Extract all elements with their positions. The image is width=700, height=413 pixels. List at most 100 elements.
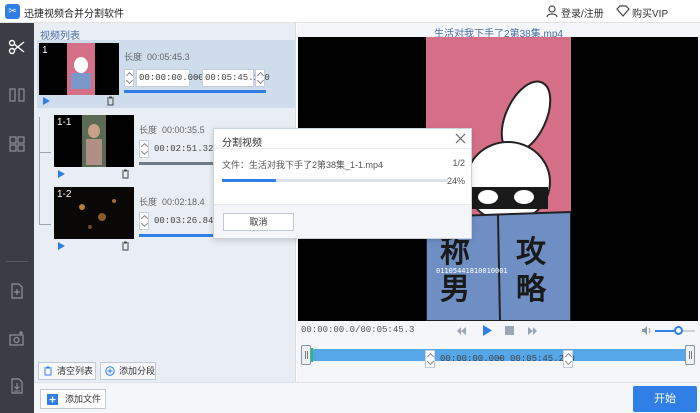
start-time-stepper[interactable] [425,350,435,368]
end-time-input[interactable]: 00:05:45.280 [507,350,575,368]
video-thumbnail[interactable]: 1-2 [54,187,134,239]
close-icon[interactable] [455,133,466,144]
list-actions: 清空列表 添加分段 [34,360,296,382]
frame-char: 攻 [516,235,547,270]
login-link[interactable]: 登录/注册 [561,5,604,20]
list-item[interactable]: 1 长度 00:05:45.3 00:00:00.000 ~ 00:05:45.… [37,40,295,108]
sidebar-item-add[interactable] [0,276,34,306]
grid-icon [9,136,25,152]
trash-icon[interactable] [121,241,130,251]
sidebar-item-split[interactable] [0,32,34,62]
item-number: 1 [42,45,48,56]
range-bar [124,90,266,93]
start-time-stepper[interactable] [139,212,149,230]
dialog-file-count: 1/2 [452,158,465,168]
scissors-icon [8,39,25,55]
length-label: 长度 [139,125,158,135]
progress-bar [222,179,448,182]
add-file-label: 添加文件 [65,394,102,404]
length-label: 长度 [139,197,158,207]
sidebar-item-settings[interactable] [0,324,34,354]
dialog-footer: 取消 [214,204,471,238]
sidebar [0,23,34,413]
duration-value: 00:05:45.3 [147,52,190,62]
end-time-stepper[interactable] [563,350,573,368]
video-thumbnail[interactable]: 1-1 [54,115,134,167]
volume-icon[interactable] [641,325,652,336]
add-segment-button[interactable]: 添加分段 [100,362,156,380]
end-time-input[interactable]: 00:05:45.280 [202,69,270,87]
timeline-range: 00:00:00.000 ~ 00:05:45.280 [425,350,575,368]
dialog-title: 分割视频 [222,138,262,149]
camera-gear-icon [9,331,24,346]
duration-value: 00:00:35.5 [162,125,205,135]
start-time-stepper[interactable] [139,140,149,158]
dialog-file-name: 文件：生活对我下手了2第38集_1-1.mp4 [222,160,384,170]
frame-code: 01105441810010001 [436,267,508,275]
file-add-icon [11,283,23,299]
start-button[interactable]: 开始 [633,386,697,412]
length-text: 长度 00:05:45.3 [124,50,190,63]
columns-icon [9,88,25,102]
thumbnail-image [39,43,119,95]
play-icon[interactable] [43,97,50,105]
timeline-start-handle[interactable] [301,345,311,365]
add-segment-label: 添加分段 [119,366,156,376]
window-title: 迅捷视频合并分割软件 [24,9,124,20]
start-time-input[interactable]: 00:02:51.320 [151,140,219,158]
cancel-button[interactable]: 取消 [223,213,294,231]
item-number: 1-1 [57,117,72,128]
player-controls: 00:00:00.0/00:05:45.3 [297,321,700,341]
dialog-header: 分割视频 [214,129,471,149]
sidebar-item-merge[interactable] [0,80,34,110]
buy-vip-link[interactable]: 购买VIP [632,5,668,20]
item-number: 1-2 [57,189,72,200]
length-text: 长度 00:00:35.5 [139,123,205,136]
sidebar-item-grid[interactable] [0,129,34,159]
start-time-input[interactable]: 00:00:00.000 [136,69,204,87]
trash-icon [44,366,52,376]
play-icon[interactable] [58,170,65,178]
user-icon[interactable] [545,4,559,18]
clear-list-label: 清空列表 [57,366,94,376]
start-time-input[interactable]: 00:03:26.840 [151,212,219,230]
playhead[interactable] [311,348,313,362]
diamond-icon[interactable] [616,4,630,18]
sidebar-item-export[interactable] [0,371,34,401]
frame-char: 称 [440,235,470,270]
timeline-end-handle[interactable] [685,345,695,365]
volume-knob[interactable] [674,326,683,335]
range-separator: ~ [194,72,200,82]
start-time-input[interactable]: 00:00:00.000 [437,350,505,368]
video-thumbnail[interactable]: 1 [39,43,119,95]
bottom-bar: 添加文件 开始 [34,382,700,413]
add-file-icon [47,394,58,405]
play-icon[interactable] [482,325,492,336]
frame-char: 男 [440,272,470,307]
plus-circle-icon [105,366,115,376]
next-frame-icon[interactable] [527,326,537,336]
length-label: 长度 [124,52,143,62]
trash-icon[interactable] [121,169,130,179]
sidebar-divider [6,261,28,262]
duration-value: 00:02:18.4 [162,197,205,207]
current-time: 00:00:00.0/00:05:45.3 [301,325,415,335]
start-time-stepper[interactable] [124,69,134,87]
progress-percent: 24% [446,176,465,186]
progress-fill [222,179,277,182]
previous-frame-icon[interactable] [457,326,467,336]
frame-char: 略 [516,272,547,307]
split-progress-dialog: 分割视频 文件：生活对我下手了2第38集_1-1.mp4 1/2 24% 取消 [213,128,472,239]
trash-icon[interactable] [106,96,115,106]
length-text: 长度 00:02:18.4 [139,195,205,208]
app-logo: ✂ [5,4,20,19]
volume-slider[interactable] [655,326,695,335]
clear-list-button[interactable]: 清空列表 [38,362,96,380]
stop-icon[interactable] [505,326,514,335]
add-file-button[interactable]: 添加文件 [40,389,106,409]
file-export-icon [11,378,23,394]
play-icon[interactable] [58,242,65,250]
end-time-stepper[interactable] [255,69,265,87]
range-separator: ~ [497,353,503,363]
time-range: 00:00:00.000 ~ 00:05:45.280 [124,69,270,87]
